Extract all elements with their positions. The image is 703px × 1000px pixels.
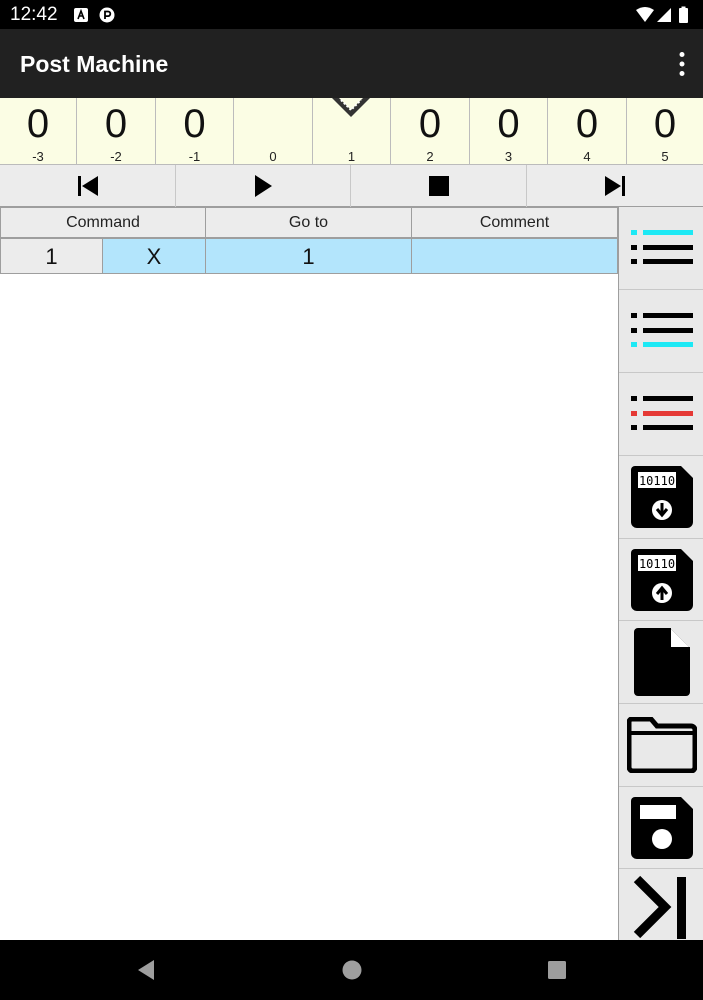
row-command-cell[interactable]: X	[102, 238, 206, 274]
tape-cell-index: 0	[269, 149, 277, 164]
delete-row-icon	[630, 396, 693, 430]
tape-cell[interactable]: 0 5	[627, 98, 703, 165]
notification-a-icon	[74, 8, 88, 22]
system-status-icons	[636, 6, 688, 23]
save-to-device-icon: 10110	[630, 466, 693, 528]
svg-text:10110: 10110	[638, 474, 674, 488]
tape-cell-value: 0	[183, 102, 206, 146]
tape-cell-index: -1	[188, 149, 201, 164]
new-file-button[interactable]	[619, 621, 703, 704]
tape-cell[interactable]: 0 2	[391, 98, 470, 165]
step-forward-button[interactable]	[527, 165, 703, 207]
column-header-comment[interactable]: Comment	[411, 207, 618, 238]
step-forward-icon	[605, 176, 625, 196]
overflow-menu-icon[interactable]	[675, 51, 689, 77]
save-button[interactable]	[619, 787, 703, 869]
tape-cell-index: -3	[32, 149, 44, 164]
row-goto-cell[interactable]: 1	[205, 238, 412, 274]
step-end-icon	[633, 875, 686, 939]
play-icon	[255, 175, 272, 197]
tape-cell-value: 0	[418, 102, 442, 146]
app-title: Post Machine	[20, 51, 169, 77]
svg-text:10110: 10110	[638, 557, 674, 571]
open-folder-button[interactable]	[619, 704, 703, 787]
insert-row-below-icon	[630, 313, 693, 347]
insert-row-above-icon	[630, 230, 693, 264]
skip-to-start-icon	[77, 176, 98, 196]
tape-cell[interactable]: 0	[234, 98, 313, 165]
tape-cell-value: 0	[575, 102, 599, 146]
tape-cell-value: 0	[497, 102, 520, 146]
tape-cell-value: 0	[653, 102, 677, 146]
action-sidebar: 10110 10110	[618, 207, 703, 940]
stop-button[interactable]	[351, 165, 527, 207]
tape-cell-value: 0	[104, 102, 128, 146]
load-from-device-button[interactable]: 10110	[619, 539, 703, 621]
delete-row-button[interactable]	[619, 373, 703, 456]
tape-cell-index: 4	[583, 149, 591, 164]
recents-icon[interactable]	[545, 958, 569, 982]
save-to-device-button[interactable]: 10110	[619, 456, 703, 539]
tape-cell-index: 3	[504, 149, 513, 164]
column-header-goto[interactable]: Go to	[205, 207, 412, 238]
home-icon[interactable]	[340, 958, 364, 982]
insert-row-below-button[interactable]	[619, 290, 703, 373]
tape-cell-index: 1	[347, 149, 356, 164]
step-end-button[interactable]	[619, 869, 703, 940]
load-from-device-icon: 10110	[630, 548, 693, 611]
back-icon[interactable]	[134, 958, 158, 982]
battery-icon	[679, 8, 688, 23]
tape-cell[interactable]: 0 -2	[77, 98, 156, 165]
row-comment-cell[interactable]	[411, 238, 618, 274]
tape-cell[interactable]: 0 -1	[156, 98, 234, 165]
navigation-bar	[0, 940, 703, 1000]
run-controls	[0, 165, 703, 207]
column-header-command[interactable]: Command	[0, 207, 206, 238]
tape-cell-value: 0	[26, 102, 50, 146]
tape-cell[interactable]: 0 4	[548, 98, 627, 165]
tape-cell-index: 2	[426, 149, 434, 164]
play-button[interactable]	[176, 165, 351, 207]
wifi-icon	[636, 7, 654, 22]
tape-head-marker-icon	[332, 98, 370, 117]
stop-icon	[428, 176, 449, 196]
new-file-icon	[633, 628, 690, 696]
status-time: 12:42	[10, 4, 58, 25]
skip-to-start-button[interactable]	[0, 165, 176, 207]
app-bar: Post Machine	[0, 29, 703, 98]
tape-cell-index: -2	[110, 149, 122, 164]
signal-icon	[657, 8, 671, 22]
notification-p-icon	[99, 7, 115, 23]
open-folder-icon	[626, 717, 697, 773]
tape-cell-index: 5	[661, 149, 669, 164]
tape-cell[interactable]: 0 -3	[0, 98, 77, 165]
save-icon	[630, 796, 693, 859]
tape-cell[interactable]: 0 3	[470, 98, 548, 165]
insert-row-above-button[interactable]	[619, 207, 703, 290]
row-number[interactable]: 1	[0, 238, 103, 274]
status-bar: 12:42	[0, 0, 703, 29]
